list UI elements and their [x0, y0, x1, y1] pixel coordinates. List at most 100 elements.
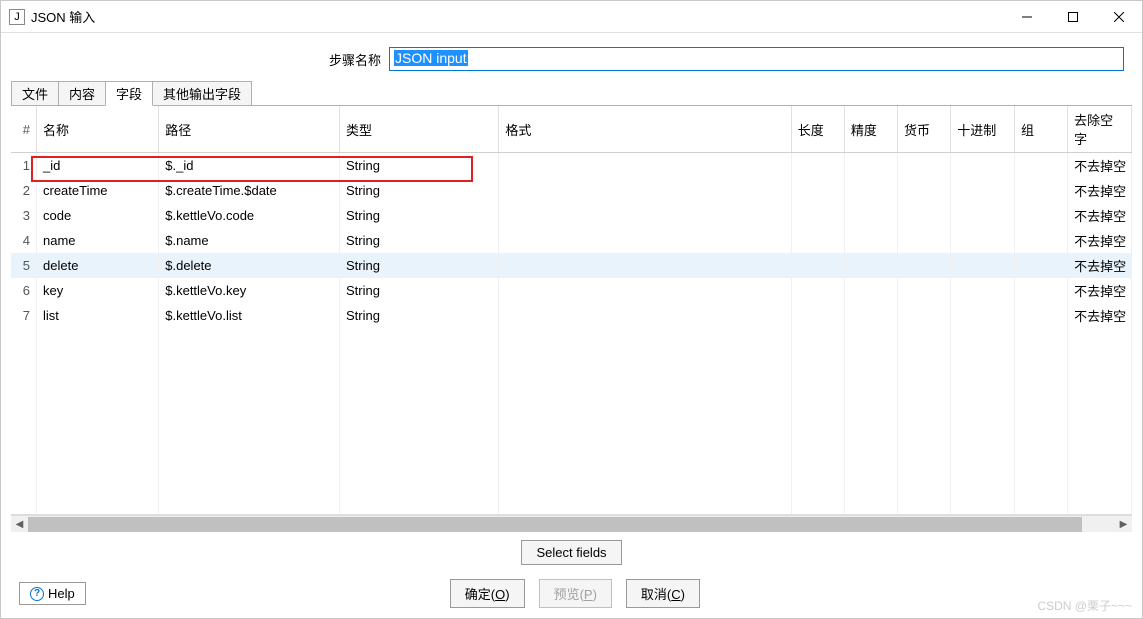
cell-trim[interactable]: 不去掉空 — [1068, 203, 1132, 228]
col-header-currency[interactable]: 货币 — [898, 106, 951, 153]
cell-name[interactable]: list — [37, 303, 159, 328]
cell-name[interactable]: code — [37, 203, 159, 228]
cell-decimal[interactable] — [951, 228, 1015, 253]
cell-path[interactable]: $.delete — [159, 253, 340, 278]
table-row-empty[interactable] — [11, 328, 1132, 352]
cell-name[interactable]: name — [37, 228, 159, 253]
table-row-empty[interactable] — [11, 424, 1132, 448]
table-row[interactable]: 1_id$._idString 不去掉空 — [11, 153, 1132, 179]
cell-path[interactable]: $._id — [159, 153, 340, 179]
cell-trim[interactable]: 不去掉空 — [1068, 303, 1132, 328]
col-header-format[interactable]: 格式 — [499, 106, 791, 153]
table-row-empty[interactable] — [11, 448, 1132, 472]
cell-decimal[interactable] — [951, 153, 1015, 179]
cell-type[interactable]: String — [339, 153, 498, 179]
cell-length[interactable] — [791, 278, 844, 303]
cell-length[interactable] — [791, 178, 844, 203]
cell-type[interactable]: String — [339, 228, 498, 253]
cell-trim[interactable]: 不去掉空 — [1068, 228, 1132, 253]
cell-type[interactable]: String — [339, 303, 498, 328]
cell-currency[interactable] — [898, 203, 951, 228]
cell-currency[interactable] — [898, 228, 951, 253]
cell-index[interactable]: 2 — [11, 178, 37, 203]
cell-length[interactable] — [791, 253, 844, 278]
col-header-length[interactable]: 长度 — [791, 106, 844, 153]
col-header-name[interactable]: 名称 — [37, 106, 159, 153]
tab-fields[interactable]: 字段 — [105, 81, 153, 106]
table-row[interactable]: 2createTime$.createTime.$dateString不去掉空 — [11, 178, 1132, 203]
cell-path[interactable]: $.kettleVo.key — [159, 278, 340, 303]
fields-table[interactable]: # 名称 路径 类型 格式 长度 精度 货币 十进制 组 去除空字 1_id$.… — [11, 106, 1132, 515]
cell-group[interactable] — [1014, 178, 1067, 203]
cell-type[interactable]: String — [339, 278, 498, 303]
cell-trim[interactable]: 不去掉空 — [1068, 153, 1132, 179]
col-header-path[interactable]: 路径 — [159, 106, 340, 153]
cell-currency[interactable] — [898, 178, 951, 203]
scroll-left-arrow[interactable]: ◀ — [11, 516, 28, 533]
table-row[interactable]: 6key$.kettleVo.keyString 不去掉空 — [11, 278, 1132, 303]
col-header-precision[interactable]: 精度 — [844, 106, 897, 153]
cell-path[interactable]: $.name — [159, 228, 340, 253]
tab-file[interactable]: 文件 — [11, 81, 59, 105]
table-row-empty[interactable] — [11, 496, 1132, 515]
cell-format[interactable] — [499, 153, 791, 179]
cell-decimal[interactable] — [951, 253, 1015, 278]
cell-group[interactable] — [1014, 153, 1067, 179]
help-button[interactable]: ? Help — [19, 582, 86, 605]
scroll-thumb[interactable] — [28, 517, 1082, 532]
cell-group[interactable] — [1014, 278, 1067, 303]
col-header-decimal[interactable]: 十进制 — [951, 106, 1015, 153]
cell-group[interactable] — [1014, 253, 1067, 278]
cell-name[interactable]: createTime — [37, 178, 159, 203]
col-header-index[interactable]: # — [11, 106, 37, 153]
close-button[interactable] — [1096, 1, 1142, 33]
table-row[interactable]: 7list$.kettleVo.listString 不去掉空 — [11, 303, 1132, 328]
tab-other-output[interactable]: 其他输出字段 — [152, 81, 252, 105]
cell-precision[interactable] — [844, 203, 897, 228]
col-header-type[interactable]: 类型 — [339, 106, 498, 153]
cell-decimal[interactable] — [951, 278, 1015, 303]
cell-currency[interactable] — [898, 303, 951, 328]
table-row[interactable]: 4name$.nameString 不去掉空 — [11, 228, 1132, 253]
cell-index[interactable]: 6 — [11, 278, 37, 303]
table-row-empty[interactable] — [11, 472, 1132, 496]
cell-index[interactable]: 7 — [11, 303, 37, 328]
table-row-empty[interactable] — [11, 376, 1132, 400]
cell-index[interactable]: 1 — [11, 153, 37, 179]
maximize-button[interactable] — [1050, 1, 1096, 33]
cell-precision[interactable] — [844, 253, 897, 278]
cell-name[interactable]: key — [37, 278, 159, 303]
cell-trim[interactable]: 不去掉空 — [1068, 278, 1132, 303]
cell-precision[interactable] — [844, 228, 897, 253]
cell-decimal[interactable] — [951, 178, 1015, 203]
cell-format[interactable] — [499, 303, 791, 328]
cell-group[interactable] — [1014, 303, 1067, 328]
cell-decimal[interactable] — [951, 203, 1015, 228]
tab-content[interactable]: 内容 — [58, 81, 106, 105]
table-row[interactable]: 3code$.kettleVo.codeString不去掉空 — [11, 203, 1132, 228]
scroll-track[interactable] — [28, 516, 1115, 533]
cell-length[interactable] — [791, 228, 844, 253]
table-row-empty[interactable] — [11, 352, 1132, 376]
cell-length[interactable] — [791, 203, 844, 228]
cell-precision[interactable] — [844, 278, 897, 303]
cell-currency[interactable] — [898, 153, 951, 179]
cell-index[interactable]: 4 — [11, 228, 37, 253]
cell-path[interactable]: $.kettleVo.list — [159, 303, 340, 328]
ok-button[interactable]: 确定(O) — [450, 579, 525, 608]
cell-name[interactable]: _id — [37, 153, 159, 179]
col-header-trim[interactable]: 去除空字 — [1068, 106, 1132, 153]
cell-trim[interactable]: 不去掉空 — [1068, 178, 1132, 203]
cell-format[interactable] — [499, 178, 791, 203]
scroll-right-arrow[interactable]: ▶ — [1115, 516, 1132, 533]
cell-type[interactable]: String — [339, 178, 498, 203]
cell-format[interactable] — [499, 228, 791, 253]
cell-precision[interactable] — [844, 303, 897, 328]
cell-format[interactable] — [499, 253, 791, 278]
cell-length[interactable] — [791, 153, 844, 179]
cell-decimal[interactable] — [951, 303, 1015, 328]
cell-precision[interactable] — [844, 153, 897, 179]
table-row-empty[interactable] — [11, 400, 1132, 424]
col-header-group[interactable]: 组 — [1014, 106, 1067, 153]
minimize-button[interactable] — [1004, 1, 1050, 33]
